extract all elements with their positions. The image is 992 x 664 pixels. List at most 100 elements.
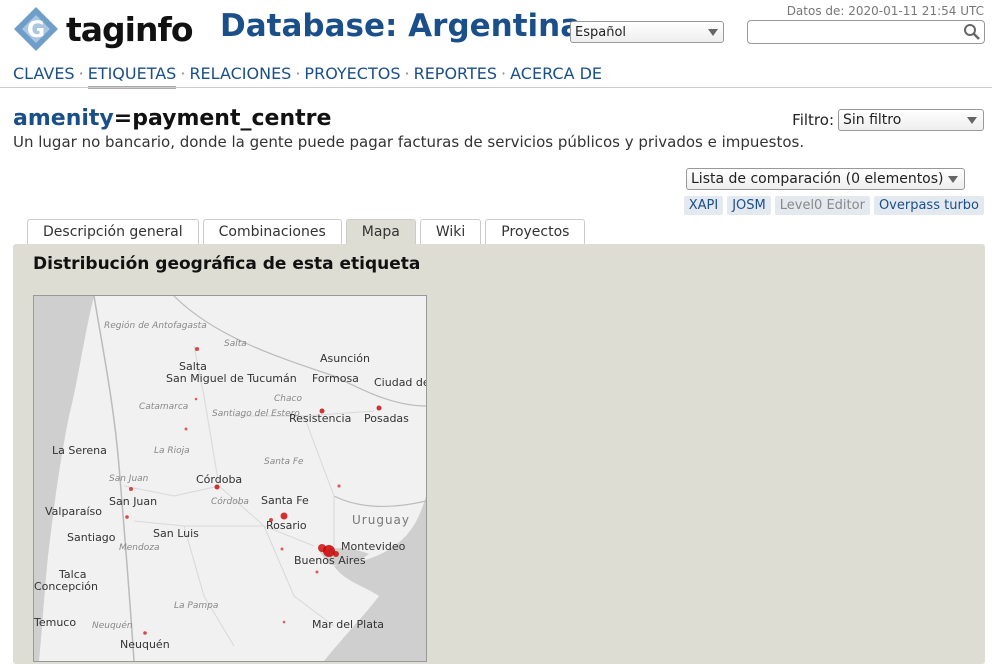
tag-key-link[interactable]: amenity <box>13 106 114 131</box>
search-box[interactable] <box>747 20 985 44</box>
nav-separator: · <box>78 64 84 83</box>
filter-select[interactable]: Sin filtro <box>838 109 984 131</box>
heat-mark <box>333 551 339 557</box>
heat-mark <box>315 570 319 574</box>
taginfo-logo[interactable]: G taginfo <box>12 5 193 53</box>
filter-value: Sin filtro <box>843 112 902 128</box>
search-input[interactable] <box>752 22 966 44</box>
region-label: Córdoba <box>211 496 249 507</box>
region-label: Chaco <box>274 394 302 404</box>
map-canvas: Región de Antofagasta Salta Catamarca Sa… <box>34 296 426 661</box>
heat-mark <box>129 487 133 491</box>
city-label: Temuco <box>34 616 76 629</box>
tab-mapa[interactable]: Mapa <box>345 219 416 244</box>
border-line <box>333 495 426 508</box>
heat-mark <box>195 347 199 351</box>
main-nav: CLAVES · ETIQUETAS · RELACIONES · PROYEC… <box>13 64 602 89</box>
city-label: Neuquén <box>120 638 170 651</box>
heat-mark <box>184 427 188 431</box>
tag-description: Un lugar no bancario, donde la gente pue… <box>13 133 805 151</box>
filter-control: Filtro: Sin filtro <box>792 109 984 131</box>
city-label: Resistencia <box>289 412 351 425</box>
nav-claves[interactable]: CLAVES <box>13 64 75 89</box>
heat-mark <box>318 544 326 552</box>
city-label: San Miguel de Tucumán <box>166 372 297 385</box>
nav-divider <box>0 87 992 88</box>
nav-proyectos[interactable]: PROYECTOS <box>304 64 400 89</box>
database-title: Database: Argentina <box>220 8 582 44</box>
region-label: Santa Fe <box>264 457 304 467</box>
heat-mark <box>214 484 220 490</box>
heat-mark <box>282 620 286 624</box>
taginfo-logo-icon: G <box>14 7 58 51</box>
tab-descripcion-general[interactable]: Descripción general <box>27 219 199 244</box>
heat-mark <box>143 631 147 635</box>
nav-etiquetas[interactable]: ETIQUETAS <box>87 64 177 89</box>
search-icon[interactable] <box>963 23 981 41</box>
city-label: La Serena <box>52 444 107 457</box>
nav-acerca-de[interactable]: ACERCA DE <box>510 64 602 89</box>
heat-mark <box>269 518 273 522</box>
language-value: Español <box>575 24 627 40</box>
tag-value: payment_centre <box>132 106 332 131</box>
heat-mark <box>319 408 325 414</box>
heat-mark <box>194 397 198 401</box>
comparison-list-select[interactable]: Lista de comparación (0 elementos) <box>686 168 965 190</box>
logo-text: taginfo <box>66 9 193 49</box>
editor-tools: XAPI JOSM Level0 Editor Overpass turbo <box>683 196 984 215</box>
city-label: Mar del Plata <box>312 618 384 631</box>
region-label: Santiago del Estero <box>212 409 300 419</box>
nav-relaciones[interactable]: RELACIONES <box>189 64 291 89</box>
region-label: Catamarca <box>139 402 188 412</box>
city-label: Formosa <box>312 372 359 385</box>
tab-combinaciones[interactable]: Combinaciones <box>202 219 342 244</box>
city-label: Posadas <box>364 412 409 425</box>
nav-separator: · <box>501 64 507 83</box>
tag-equals: = <box>113 106 133 131</box>
tab-proyectos[interactable]: Proyectos <box>485 219 586 244</box>
heat-mark <box>125 515 129 519</box>
city-label: Valparaíso <box>45 505 102 518</box>
city-label: San Luis <box>153 527 199 540</box>
level0-editor-button[interactable]: Level0 Editor <box>774 196 870 215</box>
heat-marks <box>125 347 382 635</box>
city-label: Santiago <box>67 531 116 544</box>
city-label: Concepción <box>34 580 98 593</box>
page-title: amenity=payment_centre <box>13 106 331 131</box>
region-label: San Juan <box>109 474 149 484</box>
heat-mark <box>337 484 341 488</box>
chevron-down-icon <box>967 117 977 124</box>
city-label: Asunción <box>320 352 370 365</box>
data-date: Datos de: 2020-01-11 21:54 UTC <box>786 4 984 18</box>
svg-text:G: G <box>27 18 45 43</box>
chevron-down-icon <box>948 176 958 183</box>
panel-heading: Distribución geográfica de esta etiqueta <box>33 254 421 274</box>
language-select[interactable]: Español <box>570 21 724 43</box>
filter-label: Filtro: <box>792 111 834 129</box>
nav-separator: · <box>180 64 186 83</box>
city-label: Ciudad del Este <box>374 376 426 389</box>
city-label: San Juan <box>109 495 157 508</box>
nav-reportes[interactable]: REPORTES <box>414 64 497 89</box>
region-label: Neuquén <box>92 620 133 631</box>
tab-wiki[interactable]: Wiki <box>419 219 482 244</box>
region-label: Salta <box>224 339 247 349</box>
city-label: Montevideo <box>341 540 406 553</box>
heat-mark <box>280 512 288 520</box>
nav-separator: · <box>404 64 410 83</box>
xapi-button[interactable]: XAPI <box>683 196 724 215</box>
region-label: Región de Antofagasta <box>104 320 207 331</box>
heat-mark <box>280 547 284 551</box>
tab-bar: Descripción general Combinaciones Mapa W… <box>27 219 586 244</box>
region-label: Mendoza <box>119 543 159 553</box>
country-labels: Uruguay <box>352 513 410 527</box>
pacific-ocean <box>34 296 94 661</box>
border-line <box>173 296 426 407</box>
distribution-map[interactable]: Región de Antofagasta Salta Catamarca Sa… <box>33 295 427 662</box>
city-label: Córdoba <box>196 473 242 486</box>
josm-button[interactable]: JOSM <box>727 196 771 215</box>
overpass-turbo-button[interactable]: Overpass turbo <box>873 196 984 215</box>
country-label: Uruguay <box>352 513 410 527</box>
region-label: La Rioja <box>154 446 190 456</box>
city-label: Santa Fe <box>261 494 309 507</box>
